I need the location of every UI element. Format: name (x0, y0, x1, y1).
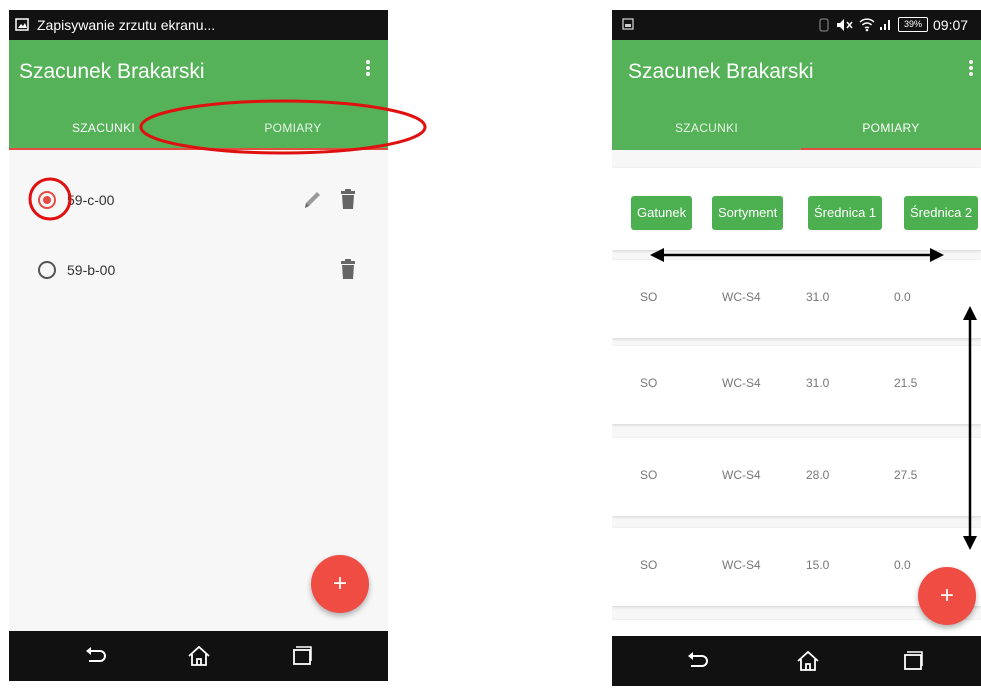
overflow-menu-icon[interactable] (364, 58, 372, 82)
app-title: Szacunek Brakarski (19, 60, 205, 83)
app-bar: Szacunek Brakarski (9, 40, 388, 106)
cell-srednica-2: 27.5 (894, 468, 918, 482)
list-item[interactable]: 59-b-00 (9, 240, 388, 300)
tab-indicator (801, 148, 981, 150)
overflow-menu-icon[interactable] (967, 58, 975, 82)
add-fab-button[interactable]: + (311, 555, 369, 613)
cell-srednica-1: 31.0 (806, 290, 830, 304)
home-icon[interactable] (795, 648, 821, 674)
tab-indicator (9, 148, 388, 150)
cell-srednica-2: 21.5 (894, 376, 918, 390)
table-row[interactable]: SO WC-S4 31.0 21.5 (612, 346, 981, 424)
cell-gatunek: SO (640, 290, 658, 304)
app-title: Szacunek Brakarski (628, 60, 814, 83)
tab-pomiary[interactable]: POMIARY (801, 106, 981, 150)
signal-icon (880, 20, 890, 30)
home-icon[interactable] (186, 643, 212, 669)
mute-icon (837, 19, 853, 31)
list-item-label: 59-c-00 (67, 192, 115, 208)
column-header-srednica-2[interactable]: Średnica 2 (904, 196, 979, 230)
status-text: Zapisywanie zrzutu ekranu... (37, 17, 216, 33)
battery-level: 39% (903, 19, 922, 29)
app-bar: Szacunek Brakarski (612, 40, 981, 106)
recent-apps-icon[interactable] (289, 643, 315, 669)
cell-gatunek: SO (640, 468, 658, 482)
list-item[interactable]: 59-c-00 (9, 170, 388, 230)
tab-bar: SZACUNKI POMIARY (612, 106, 981, 150)
clock: 09:07 (933, 17, 969, 33)
tab-bar: SZACUNKI POMIARY (9, 106, 388, 150)
cell-sortyment: WC-S4 (722, 468, 761, 482)
back-icon[interactable] (684, 648, 710, 674)
delete-trash-icon[interactable] (338, 188, 358, 210)
status-bar: 39% 09:07 (612, 10, 981, 40)
list-item-label: 59-b-00 (67, 262, 116, 278)
column-header-gatunek[interactable]: Gatunek (631, 196, 693, 230)
cell-sortyment: WC-S4 (722, 558, 761, 572)
tab-szacunki[interactable]: SZACUNKI (612, 106, 801, 150)
cell-srednica-1: 31.0 (806, 376, 830, 390)
edit-pencil-icon[interactable] (302, 189, 322, 211)
tab-pomiary[interactable]: POMIARY (198, 106, 388, 150)
cell-sortyment: WC-S4 (722, 376, 761, 390)
back-icon[interactable] (82, 643, 108, 669)
navigation-bar (9, 631, 388, 681)
column-header-srednica-1[interactable]: Średnica 1 (808, 196, 883, 230)
cell-srednica-2: 0.0 (894, 558, 911, 572)
table-row[interactable]: SO WC-S4 31.0 0.0 (612, 260, 981, 338)
add-fab-button[interactable]: + (918, 567, 976, 625)
radio-button-selected[interactable] (38, 191, 56, 209)
right-phone-screen: 39% 09:07 Szacunek Brakarski SZACUNKI PO… (612, 10, 981, 686)
screenshot-icon (15, 18, 29, 31)
status-bar: Zapisywanie zrzutu ekranu... (9, 10, 388, 40)
screenshot-icon (622, 18, 634, 30)
left-phone-screen: Zapisywanie zrzutu ekranu... Szacunek Br… (9, 10, 388, 681)
cell-gatunek: SO (640, 376, 658, 390)
wifi-icon (859, 18, 875, 32)
recent-apps-icon[interactable] (900, 648, 926, 674)
cell-srednica-2: 0.0 (894, 290, 911, 304)
delete-trash-icon[interactable] (338, 258, 358, 280)
table-row[interactable]: SO WC-S4 28.0 27.5 (612, 438, 981, 516)
cell-srednica-1: 15.0 (806, 558, 830, 572)
cell-gatunek: SO (640, 558, 658, 572)
battery-badge: 39% (898, 17, 928, 32)
cell-srednica-1: 28.0 (806, 468, 830, 482)
navigation-bar (612, 636, 981, 686)
column-header-sortyment[interactable]: Sortyment (712, 196, 784, 230)
nfc-icon (819, 18, 829, 32)
tab-szacunki[interactable]: SZACUNKI (9, 106, 198, 150)
column-header-card: Gatunek Sortyment Średnica 1 Średnica 2 (612, 168, 981, 250)
radio-button[interactable] (38, 261, 56, 279)
cell-sortyment: WC-S4 (722, 290, 761, 304)
